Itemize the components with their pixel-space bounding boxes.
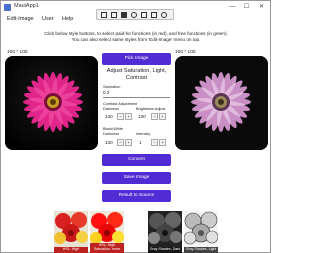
- maximize-button[interactable]: ☐: [241, 2, 252, 12]
- intensity-value: 1: [139, 140, 142, 145]
- menu-user[interactable]: User: [42, 16, 54, 22]
- thumb-caption: Gray Shades, Dark: [148, 246, 182, 253]
- convert-button[interactable]: Convert: [102, 154, 171, 166]
- window-icon[interactable]: [111, 12, 117, 18]
- inspect-icon[interactable]: [151, 12, 157, 18]
- bw-darkness-plus-button[interactable]: +: [125, 139, 132, 146]
- minimize-button[interactable]: —: [227, 2, 238, 12]
- saturation-input[interactable]: 0.2: [103, 89, 170, 98]
- darkness-plus-button[interactable]: +: [125, 113, 132, 120]
- result-to-source-button[interactable]: Result to Source: [102, 190, 171, 202]
- adjust-heading: Adjust Saturation, Light, Contrast: [106, 68, 167, 81]
- style-thumb-hsl-high[interactable]: HSL: High: [54, 211, 88, 253]
- brightness-value: 130: [138, 114, 146, 119]
- pointer-icon[interactable]: [121, 12, 127, 18]
- debug-toolbar: [96, 9, 174, 20]
- intensity-label: Intensity: [136, 132, 151, 136]
- style-thumb-gray-light[interactable]: Gray Shades, Light: [184, 211, 218, 253]
- style-thumb-hsl-high-saturation[interactable]: HSL: High Saturation, more: [90, 211, 124, 253]
- bw-section-label: Black/White: [103, 127, 124, 131]
- brightness-minus-button[interactable]: −: [151, 113, 158, 120]
- source-size-label: 100 * 100: [7, 50, 28, 55]
- window-title: MauiApp1: [14, 3, 39, 9]
- result-size-label: 100 * 100: [175, 50, 196, 55]
- app-window: MauiApp1 — ☐ ✕ Edit-Image User Help Clic…: [0, 0, 271, 253]
- app-icon: [4, 4, 11, 11]
- instructions-text: Click below style buttons, to select pai…: [44, 31, 228, 42]
- pick-image-button[interactable]: Pick Image: [102, 53, 171, 65]
- close-button[interactable]: ✕: [256, 2, 267, 12]
- menu-edit-image[interactable]: Edit-Image: [7, 16, 34, 22]
- contrast-section-label: Contrast Adjustment: [103, 102, 138, 106]
- grid-icon[interactable]: [141, 12, 147, 18]
- thumb-caption: HSL: High: [54, 246, 88, 253]
- settings-icon[interactable]: [161, 12, 167, 18]
- intensity-minus-button[interactable]: −: [151, 139, 158, 146]
- menu-help[interactable]: Help: [62, 16, 73, 22]
- darkness-value: 130: [105, 114, 113, 119]
- source-image[interactable]: [5, 56, 98, 150]
- bw-darkness-minus-button[interactable]: −: [117, 139, 124, 146]
- darkness-minus-button[interactable]: −: [117, 113, 124, 120]
- darkness-label: Darkness: [103, 107, 120, 111]
- thumb-caption: HSL: High Saturation, more: [90, 242, 124, 253]
- select-icon[interactable]: [101, 12, 107, 18]
- brightness-plus-button[interactable]: +: [159, 113, 166, 120]
- intensity-plus-button[interactable]: +: [159, 139, 166, 146]
- save-image-button[interactable]: Save Image: [102, 172, 171, 184]
- result-image[interactable]: [175, 56, 268, 150]
- style-thumb-gray-dark[interactable]: Gray Shades, Dark: [148, 211, 182, 253]
- bw-darkness-label: Darkness: [103, 132, 120, 136]
- bw-darkness-value: 130: [105, 140, 113, 145]
- brightness-label: Brightness Adjust: [136, 107, 166, 111]
- record-icon[interactable]: [131, 12, 137, 18]
- thumb-caption: Gray Shades, Light: [184, 246, 218, 253]
